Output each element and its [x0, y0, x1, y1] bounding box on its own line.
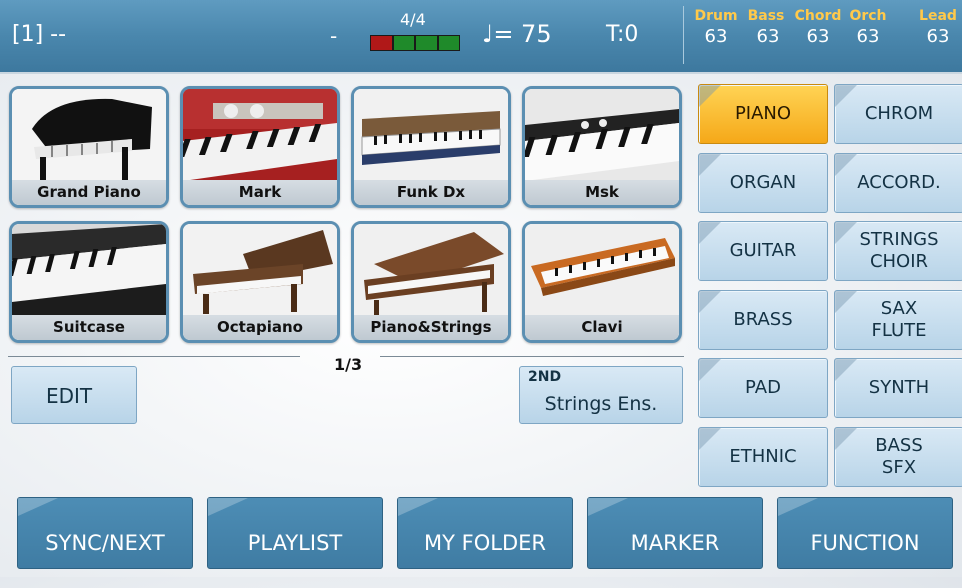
electric-piano-image — [183, 89, 337, 181]
category-ethnic[interactable]: ETHNIC — [698, 427, 828, 487]
category-accordion[interactable]: ACCORD. — [834, 153, 962, 213]
status-bar: [1] -- - 4/4 ♩= 75 T:0 Drum Bass Chord O… — [0, 0, 962, 74]
part-name-chord: Chord — [794, 8, 842, 24]
sound-label: Piano&Strings — [354, 315, 508, 340]
sound-tile-funk-dx[interactable]: Funk Dx — [351, 86, 511, 208]
dash-indicator: - — [330, 24, 338, 48]
category-guitar[interactable]: GUITAR — [698, 221, 828, 281]
second-voice-button[interactable]: 2ND Strings Ens. — [519, 366, 683, 424]
part-value-drum[interactable]: 63 — [690, 26, 742, 47]
page-divider-right — [380, 356, 684, 357]
marker-button[interactable]: MARKER — [587, 497, 763, 569]
time-signature: 4/4 — [400, 10, 426, 29]
suitcase-piano-image — [12, 224, 166, 316]
part-name-lead: Lead — [919, 8, 957, 24]
sound-label: Clavi — [525, 315, 679, 340]
category-chrom[interactable]: CHROM — [834, 84, 962, 144]
sound-label: Suitcase — [12, 315, 166, 340]
beat-segment-2 — [393, 36, 414, 50]
category-brass[interactable]: BRASS — [698, 290, 828, 350]
beat-segment-3 — [416, 36, 437, 50]
part-name-orch: Orch — [849, 8, 887, 24]
sound-label: Grand Piano — [12, 180, 166, 205]
sound-tile-msk[interactable]: Msk — [522, 86, 682, 208]
tempo-display: ♩= 75 — [482, 20, 552, 48]
part-value-orch[interactable]: 63 — [842, 26, 894, 47]
page-indicator[interactable]: 1/3 — [334, 355, 362, 374]
sound-label: Funk Dx — [354, 180, 508, 205]
sound-tile-octapiano[interactable]: Octapiano — [180, 221, 340, 343]
category-organ[interactable]: ORGAN — [698, 153, 828, 213]
edit-button[interactable]: EDIT — [11, 366, 137, 424]
playlist-button[interactable]: PLAYLIST — [207, 497, 383, 569]
sound-tile-clavi[interactable]: Clavi — [522, 221, 682, 343]
category-strings-choir[interactable]: STRINGS CHOIR — [834, 221, 962, 281]
beat-segment-1 — [371, 36, 392, 50]
category-pad[interactable]: PAD — [698, 358, 828, 418]
category-sax-flute[interactable]: SAX FLUTE — [834, 290, 962, 350]
category-synth[interactable]: SYNTH — [834, 358, 962, 418]
category-piano[interactable]: PIANO — [698, 84, 828, 144]
upright-piano-image — [183, 224, 337, 316]
synth-piano-image — [354, 89, 508, 181]
part-value-chord[interactable]: 63 — [792, 26, 844, 47]
sync-next-button[interactable]: SYNC/NEXT — [17, 497, 193, 569]
beat-meter — [370, 35, 460, 51]
status-separator — [683, 6, 684, 64]
sound-tile-suitcase[interactable]: Suitcase — [9, 221, 169, 343]
grand-piano-image — [12, 89, 166, 181]
sound-label: Octapiano — [183, 315, 337, 340]
page-divider-left — [8, 356, 300, 357]
part-name-drum: Drum — [694, 8, 738, 24]
sound-label: Mark — [183, 180, 337, 205]
beat-segment-4 — [438, 36, 459, 50]
clavinet-image — [525, 224, 679, 316]
part-value-lead[interactable]: 63 — [912, 26, 962, 47]
second-voice-name: Strings Ens. — [544, 393, 658, 415]
sound-label: Msk — [525, 180, 679, 205]
grand-piano-open-image — [354, 224, 508, 316]
category-bass-sfx[interactable]: BASS SFX — [834, 427, 962, 487]
sound-tile-piano-strings[interactable]: Piano&Strings — [351, 221, 511, 343]
part-value-bass[interactable]: 63 — [742, 26, 794, 47]
sound-tile-mark[interactable]: Mark — [180, 86, 340, 208]
stage-piano-image — [525, 89, 679, 181]
function-button[interactable]: FUNCTION — [777, 497, 953, 569]
sound-tile-grand-piano[interactable]: Grand Piano — [9, 86, 169, 208]
my-folder-button[interactable]: MY FOLDER — [397, 497, 573, 569]
part-name-bass: Bass — [747, 8, 785, 24]
transpose-display: T:0 — [606, 22, 639, 47]
slot-indicator: [1] -- — [12, 22, 67, 47]
second-tag: 2ND — [528, 369, 562, 385]
